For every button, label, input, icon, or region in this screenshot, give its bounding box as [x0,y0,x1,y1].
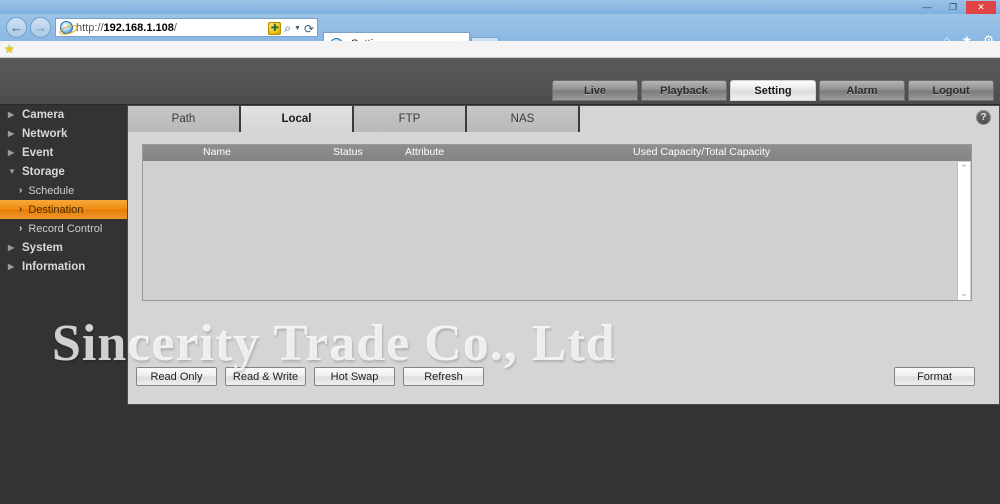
sidebar-item-record-control[interactable]: › Record Control [0,219,127,238]
chevron-right-icon: ▶ [8,262,15,271]
sidebar: ▶ Camera ▶ Network ▶ Event ▼ Storage › S… [0,105,127,504]
content-panel: Path Local FTP NAS ? Name Status Attribu… [127,105,1000,405]
refresh-icon[interactable]: ⟳ [304,22,314,36]
sidebar-item-event[interactable]: ▶ Event [0,143,127,162]
chevron-right-icon: ▶ [8,129,15,138]
sidebar-item-label: Destination [28,203,84,216]
compatibility-view-icon[interactable]: ✚ [268,22,282,35]
browser-titlebar: — ❐ ✕ [0,0,1000,14]
top-navigation: Live Playback Setting Alarm Logout [552,80,994,101]
topnav-item-logout[interactable]: Logout [908,80,994,101]
topnav-item-setting[interactable]: Setting [730,80,816,101]
chevron-right-icon: › [19,223,23,234]
refresh-button[interactable]: Refresh [403,367,484,386]
sidebar-item-information[interactable]: ▶ Information [0,257,127,276]
panel-body: Name Status Attribute Used Capacity/Tota… [128,132,999,404]
chevron-down-icon[interactable]: ▼ [294,25,301,32]
column-header-name: Name [203,146,232,158]
column-header-status: Status [333,146,363,158]
internet-explorer-icon [60,21,73,34]
close-button[interactable]: ✕ [966,0,996,14]
sidebar-item-label: Storage [22,165,65,178]
scroll-down-icon[interactable]: ⌄ [960,287,968,300]
minimize-button[interactable]: — [914,1,940,14]
sidebar-item-network[interactable]: ▶ Network [0,124,127,143]
topnav-item-alarm[interactable]: Alarm [819,80,905,101]
favorites-bar-star-icon[interactable]: ★ [4,42,15,56]
storage-table: Name Status Attribute Used Capacity/Tota… [142,144,972,301]
url-text: http://192.168.1.108/ [76,21,177,34]
sidebar-item-schedule[interactable]: › Schedule [0,181,127,200]
format-button[interactable]: Format [894,367,975,386]
sidebar-item-label: Information [22,260,86,273]
sub-tabs: Path Local FTP NAS [128,106,580,132]
column-header-attribute: Attribute [405,146,445,158]
tab-path[interactable]: Path [128,106,241,132]
url-host: 192.168.1.108 [103,21,174,34]
window-controls: — ❐ ✕ [914,0,996,14]
tab-nas[interactable]: NAS [467,106,580,132]
maximize-button[interactable]: ❐ [940,1,966,14]
hot-swap-button[interactable]: Hot Swap [314,367,395,386]
tab-local[interactable]: Local [241,106,354,132]
topnav-item-playback[interactable]: Playback [641,80,727,101]
table-vertical-scrollbar[interactable]: ⌃ ⌄ [957,162,970,300]
favorites-bar: ★ [0,41,1000,58]
sidebar-item-camera[interactable]: ▶ Camera [0,105,127,124]
sidebar-item-storage[interactable]: ▼ Storage [0,162,127,181]
help-icon[interactable]: ? [976,110,991,125]
sidebar-item-label: Network [22,127,68,140]
forward-arrow-icon[interactable]: → [30,17,51,38]
topnav-item-live[interactable]: Live [552,80,638,101]
action-button-row: Read Only Read & Write Hot Swap Refresh [136,367,484,386]
chevron-down-icon: ▼ [8,167,16,176]
screenshot-root: — ❐ ✕ ← → http://192.168.1.108/ ✚ ⌕ ▼ ⟳ … [0,0,1000,504]
read-and-write-button[interactable]: Read & Write [225,367,306,386]
chevron-right-icon: › [19,185,23,196]
sidebar-item-label: Event [22,146,54,159]
tab-ftp[interactable]: FTP [354,106,467,132]
address-bar-icons: ✚ ⌕ ▼ ⟳ [268,21,314,36]
scroll-up-icon[interactable]: ⌃ [960,162,968,175]
read-only-button[interactable]: Read Only [136,367,217,386]
sidebar-item-label: Camera [22,108,65,121]
sidebar-item-label: Schedule [28,184,75,197]
sidebar-item-system[interactable]: ▶ System [0,238,127,257]
back-arrow-icon[interactable]: ← [6,17,27,38]
address-bar[interactable]: http://192.168.1.108/ ✚ ⌕ ▼ ⟳ [55,18,318,37]
browser-navbar: ← → http://192.168.1.108/ ✚ ⌕ ▼ ⟳ Settin… [0,14,1000,55]
device-web-app: Live Playback Setting Alarm Logout ▶ Cam… [0,58,1000,504]
column-header-used-total-capacity: Used Capacity/Total Capacity [633,146,771,158]
search-icon[interactable]: ⌕ [284,21,291,36]
app-header: Live Playback Setting Alarm Logout [0,58,1000,105]
sidebar-item-destination[interactable]: › Destination [0,200,127,219]
table-header-row: Name Status Attribute Used Capacity/Tota… [143,145,971,161]
chevron-right-icon: › [19,204,23,215]
table-body-empty [143,161,971,300]
sidebar-item-label: Record Control [28,222,103,235]
chevron-right-icon: ▶ [8,110,15,119]
sidebar-item-label: System [22,241,63,254]
chevron-right-icon: ▶ [8,148,15,157]
chevron-right-icon: ▶ [8,243,15,252]
